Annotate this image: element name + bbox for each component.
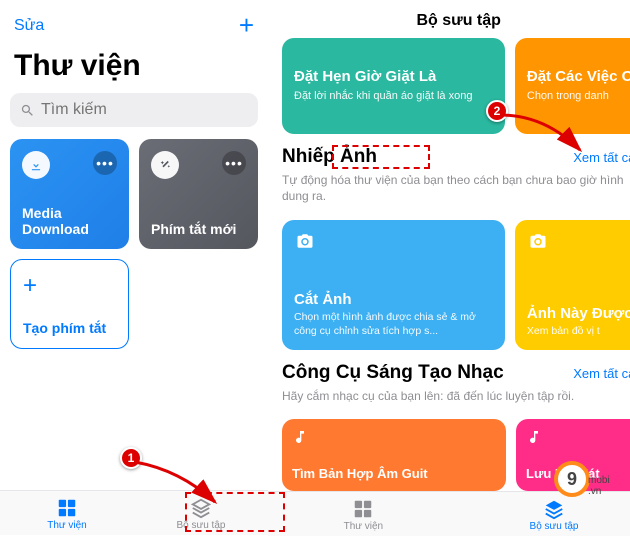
card-title: Phím tắt mới (151, 221, 246, 237)
wand-icon (151, 151, 179, 179)
edit-button[interactable]: Sửa (14, 17, 44, 35)
shortcut-cards-row: ••• Media Download ••• Phím tắt mới (0, 139, 268, 249)
search-field[interactable] (10, 93, 258, 127)
card-title: Media Download (22, 205, 117, 237)
tab-label: Bộ sưu tập (530, 521, 579, 532)
tab-label: Thư viện (47, 520, 87, 531)
add-button[interactable]: + (239, 10, 254, 41)
more-icon[interactable]: ••• (93, 151, 117, 175)
card-subtitle: Chọn một hình ảnh được chia sẻ & mở công… (294, 311, 493, 338)
top-bar: Sửa + (0, 0, 268, 47)
tab-collection[interactable]: Bộ sưu tập (134, 491, 268, 535)
camera-icon (294, 232, 316, 250)
create-label: Tạo phím tắt (23, 320, 116, 336)
plus-icon: + (23, 272, 116, 300)
section-description: Tự động hóa thư viện của bạn theo cách b… (282, 172, 630, 204)
card-subtitle: Chọn trong danh (527, 89, 630, 103)
more-icon[interactable]: ••• (222, 151, 246, 175)
logo-text: mobi.vn (588, 475, 610, 497)
photography-cards-row: Cắt Ảnh Chọn một hình ảnh được chia sẻ &… (268, 210, 630, 350)
card-title: Tìm Bản Hợp Âm Guit (292, 466, 496, 481)
card-laundry-timer[interactable]: Đặt Hẹn Giờ Giặt Là Đặt lời nhắc khi quầ… (282, 38, 505, 134)
create-shortcut-button[interactable]: + Tạo phím tắt (10, 259, 129, 349)
card-subtitle: Xem bản đồ vị t (527, 325, 630, 339)
page-title: Thư viện (0, 47, 268, 93)
camera-icon (527, 232, 549, 250)
collection-screen: Bộ sưu tập Đặt Hẹn Giờ Giặt Là Đặt lời n… (268, 0, 630, 535)
tab-library[interactable]: Thư viện (268, 492, 459, 536)
section-description: Hãy cắm nhạc cụ của bạn lên: đã đến lúc … (282, 388, 630, 404)
tab-library[interactable]: Thư viện (0, 491, 134, 535)
section-photography: Nhiếp Ảnh Xem tất cả Tự động hóa thư việ… (268, 134, 630, 210)
card-subtitle: Đặt lời nhắc khi quần áo giặt là xong (294, 89, 493, 103)
card-title: Cắt Ảnh (294, 291, 493, 308)
shortcut-card-media-download[interactable]: ••• Media Download (10, 139, 129, 249)
section-music: Công Cụ Sáng Tạo Nhạc Xem tất cả Hãy cắm… (268, 350, 630, 410)
card-title: Đặt Hẹn Giờ Giặt Là (294, 68, 493, 85)
download-icon (22, 151, 50, 179)
card-title: Ảnh Này Được Ở Đâu? (527, 305, 630, 322)
music-note-icon (292, 429, 308, 445)
music-note-icon (526, 429, 542, 445)
collection-title: Bộ sưu tập (268, 0, 630, 38)
shortcut-card-new[interactable]: ••• Phím tắt mới (139, 139, 258, 249)
card-photo-location[interactable]: Ảnh Này Được Ở Đâu? Xem bản đồ vị t (515, 220, 630, 350)
logo-number: 9 (554, 461, 590, 497)
search-input[interactable] (41, 101, 248, 119)
section-title: Công Cụ Sáng Tạo Nhạc (282, 362, 504, 384)
section-title: Nhiếp Ảnh (282, 146, 377, 168)
annotation-badge-2: 2 (486, 100, 508, 122)
card-guitar-chords[interactable]: Tìm Bản Hợp Âm Guit (282, 419, 506, 491)
see-all-link[interactable]: Xem tất cả (573, 150, 630, 165)
card-title: Đặt Các Việc Cuối Tuần (527, 68, 630, 85)
tab-label: Bộ sưu tập (177, 520, 226, 531)
tab-label: Thư viện (344, 521, 384, 532)
see-all-link[interactable]: Xem tất cả (573, 366, 630, 381)
card-crop-photo[interactable]: Cắt Ảnh Chọn một hình ảnh được chia sẻ &… (282, 220, 505, 350)
home-cards-row: Đặt Hẹn Giờ Giặt Là Đặt lời nhắc khi quầ… (268, 38, 630, 134)
watermark-logo: 9 mobi.vn (554, 459, 624, 499)
annotation-badge-1: 1 (120, 447, 142, 469)
tab-bar: Thư viện Bộ sưu tập (0, 490, 268, 535)
card-weekend-tasks[interactable]: Đặt Các Việc Cuối Tuần Chọn trong danh (515, 38, 630, 134)
search-icon (20, 103, 35, 118)
